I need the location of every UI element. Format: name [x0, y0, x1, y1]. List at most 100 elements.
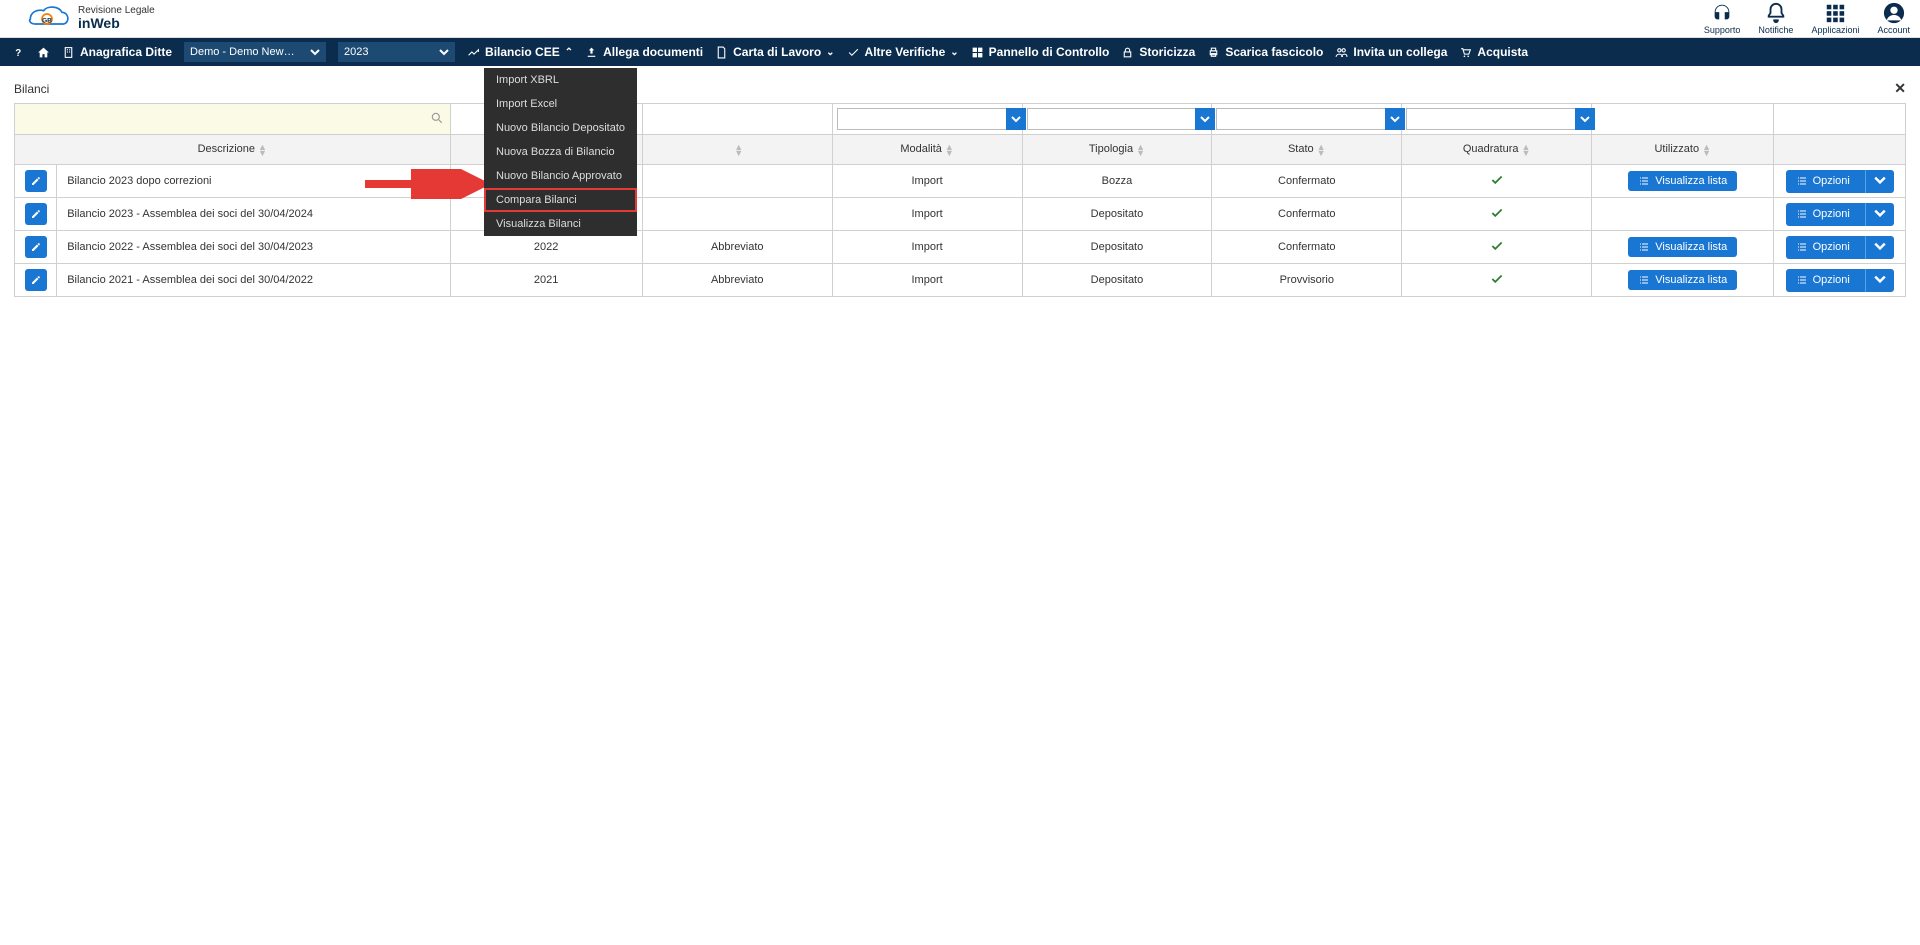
- company-select[interactable]: Demo - Demo Newsletter S: [184, 42, 326, 62]
- chevron-down-icon: [1195, 108, 1215, 130]
- opzioni-button[interactable]: Opzioni: [1786, 170, 1894, 193]
- filter-quadratura[interactable]: [1402, 104, 1592, 135]
- search-icon: [430, 111, 444, 128]
- account-button[interactable]: Account: [1877, 2, 1910, 35]
- check-icon: [1489, 244, 1505, 256]
- altre-verifiche-menu[interactable]: Altre Verifiche ⌄: [847, 45, 959, 59]
- cell-stato: Provvisorio: [1212, 264, 1402, 297]
- edit-button[interactable]: [25, 236, 47, 258]
- filter-cell: [1592, 104, 1774, 135]
- col-descrizione[interactable]: Descrizione▲▼: [15, 135, 451, 165]
- opzioni-button[interactable]: Opzioni: [1786, 203, 1894, 226]
- opzioni-button[interactable]: Opzioni: [1786, 236, 1894, 259]
- supporto-button[interactable]: Supporto: [1704, 2, 1741, 35]
- cell-modalita: Import: [832, 231, 1022, 264]
- cell-utilizzato: Visualizza lista: [1592, 264, 1774, 297]
- annotation-arrow: [360, 169, 490, 199]
- chevron-down-icon: ⌄: [826, 47, 834, 58]
- col-quadratura[interactable]: Quadratura▲▼: [1402, 135, 1592, 165]
- acquista-button[interactable]: Acquista: [1459, 45, 1528, 59]
- chevron-down-icon: [1865, 170, 1894, 193]
- search-filter[interactable]: [15, 104, 451, 135]
- cell-tipologia: Depositato: [1022, 231, 1212, 264]
- cell-utilizzato: Visualizza lista: [1592, 165, 1774, 198]
- bilanci-table: Descrizione▲▼ Anno Bilancio▲▼ ▲▼ Modalit…: [14, 103, 1906, 297]
- anagrafica-button[interactable]: Anagrafica Ditte: [62, 45, 172, 59]
- col-tipologia[interactable]: Tipologia▲▼: [1022, 135, 1212, 165]
- visualizza-lista-button[interactable]: Visualizza lista: [1628, 270, 1737, 290]
- chevron-down-icon: [1865, 203, 1894, 226]
- sort-icon: ▲▼: [1317, 144, 1326, 156]
- cell-quadratura: [1402, 165, 1592, 198]
- cell-stato: Confermato: [1212, 198, 1402, 231]
- check-icon: [1489, 211, 1505, 223]
- edit-cell: [15, 264, 57, 297]
- edit-button[interactable]: [25, 203, 47, 225]
- brand-line2: inWeb: [78, 16, 155, 31]
- chevron-down-icon: [1385, 108, 1405, 130]
- cell-tipo: Abbreviato: [642, 231, 832, 264]
- pannello-button[interactable]: Pannello di Controllo: [971, 45, 1110, 59]
- cell-quadratura: [1402, 198, 1592, 231]
- close-button[interactable]: ✕: [1894, 80, 1906, 97]
- cell-tipo: Abbreviato: [642, 264, 832, 297]
- dropdown-item[interactable]: Import XBRL: [484, 68, 637, 92]
- table-row: Bilancio 2022 - Assemblea dei soci del 3…: [15, 231, 1906, 264]
- bilancio-cee-menu[interactable]: Bilancio CEE ⌃: [467, 45, 573, 59]
- visualizza-lista-button[interactable]: Visualizza lista: [1628, 237, 1737, 257]
- col-utilizzato[interactable]: Utilizzato▲▼: [1592, 135, 1774, 165]
- col-tipo[interactable]: ▲▼: [642, 135, 832, 165]
- sort-icon: ▲▼: [734, 144, 743, 156]
- cell-stato: Confermato: [1212, 231, 1402, 264]
- edit-button[interactable]: [25, 170, 47, 192]
- col-modalita[interactable]: Modalità▲▼: [832, 135, 1022, 165]
- filter-modalita[interactable]: [832, 104, 1022, 135]
- cell-quadratura: [1402, 264, 1592, 297]
- bell-icon: [1765, 2, 1787, 24]
- cell-opzioni: Opzioni: [1774, 264, 1906, 297]
- filter-tipologia[interactable]: [1022, 104, 1212, 135]
- cell-anno: 2021: [450, 264, 642, 297]
- invita-button[interactable]: Invita un collega: [1335, 45, 1447, 59]
- dropdown-item[interactable]: Nuovo Bilancio Approvato: [484, 164, 637, 188]
- home-icon: [37, 46, 50, 59]
- carta-lavoro-menu[interactable]: Carta di Lavoro ⌄: [715, 45, 834, 59]
- users-icon: [1335, 46, 1348, 59]
- dashboard-icon: [971, 46, 984, 59]
- storicizza-button[interactable]: Storicizza: [1121, 45, 1195, 59]
- applicazioni-button[interactable]: Applicazioni: [1811, 2, 1859, 35]
- dropdown-item[interactable]: Compara Bilanci: [484, 188, 637, 212]
- cell-tipologia: Depositato: [1022, 198, 1212, 231]
- check-icon: [1489, 277, 1505, 289]
- visualizza-lista-button[interactable]: Visualizza lista: [1628, 171, 1737, 191]
- chevron-down-icon: [1575, 108, 1595, 130]
- scarica-button[interactable]: Scarica fascicolo: [1207, 45, 1323, 59]
- cell-descrizione: Bilancio 2022 - Assemblea dei soci del 3…: [57, 231, 450, 264]
- dropdown-item[interactable]: Visualizza Bilanci: [484, 212, 637, 236]
- dropdown-item[interactable]: Import Excel: [484, 92, 637, 116]
- col-stato[interactable]: Stato▲▼: [1212, 135, 1402, 165]
- chevron-up-icon: ⌃: [565, 47, 573, 58]
- notifiche-button[interactable]: Notifiche: [1758, 2, 1793, 35]
- logo-icon: GB: [22, 4, 72, 34]
- filter-cell: [642, 104, 832, 135]
- col-opzioni: [1774, 135, 1906, 165]
- sort-icon: ▲▼: [945, 144, 954, 156]
- cell-opzioni: Opzioni: [1774, 231, 1906, 264]
- allega-button[interactable]: Allega documenti: [585, 45, 703, 59]
- dropdown-item[interactable]: Nuova Bozza di Bilancio: [484, 140, 637, 164]
- home-button[interactable]: [37, 46, 50, 59]
- panel-title: Bilanci: [14, 82, 49, 96]
- chevron-down-icon: [304, 42, 326, 62]
- question-icon: ?: [12, 46, 25, 59]
- opzioni-button[interactable]: Opzioni: [1786, 269, 1894, 292]
- edit-button[interactable]: [25, 269, 47, 291]
- chart-icon: [467, 46, 480, 59]
- nav-bar: ? Anagrafica Ditte Demo - Demo Newslette…: [0, 38, 1920, 66]
- dropdown-item[interactable]: Nuovo Bilancio Depositato: [484, 116, 637, 140]
- chevron-down-icon: [1865, 269, 1894, 292]
- year-select[interactable]: 2023: [338, 42, 455, 62]
- filter-cell: [1774, 104, 1906, 135]
- help-button[interactable]: ?: [12, 46, 25, 59]
- filter-stato[interactable]: [1212, 104, 1402, 135]
